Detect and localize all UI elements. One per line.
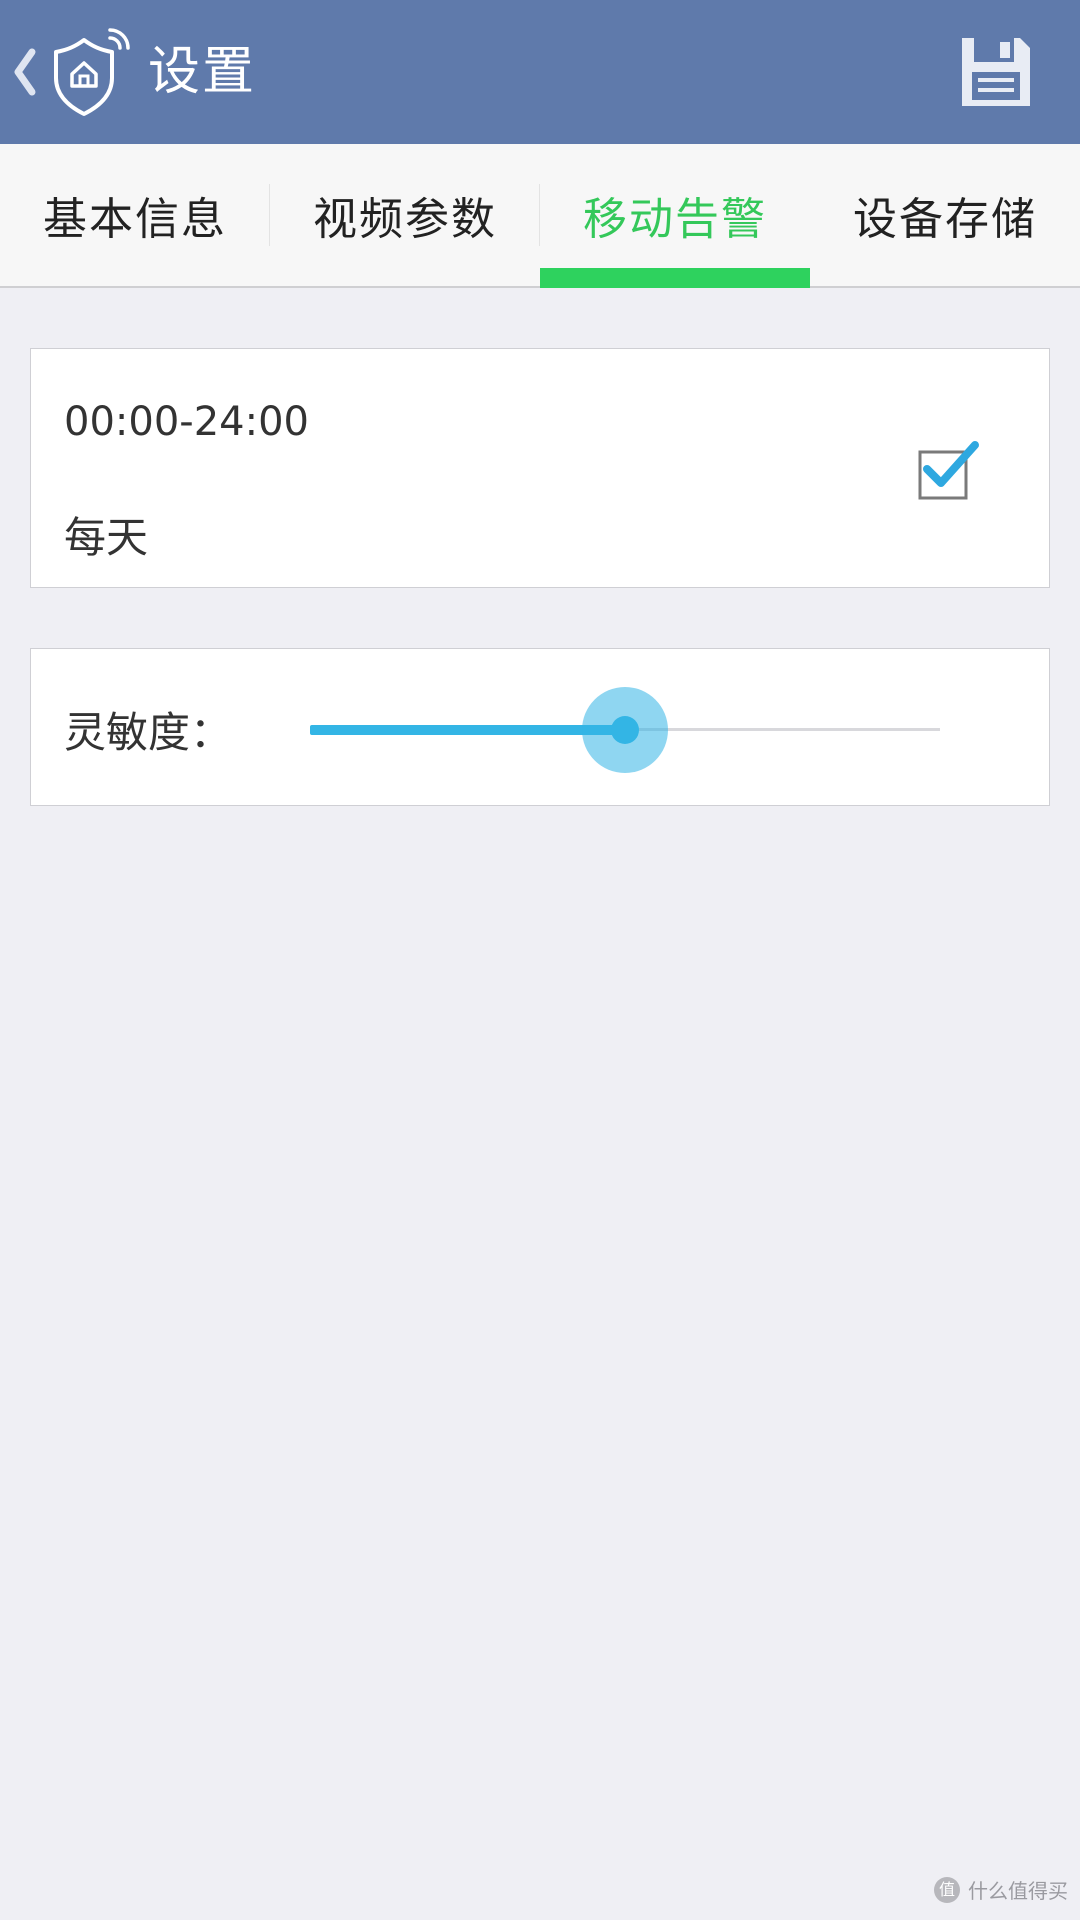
sensitivity-label: 灵敏度：: [64, 708, 233, 757]
schedule-time-range: 00:00-24:00: [64, 399, 309, 445]
tab-label: 设备存储: [853, 194, 1037, 245]
schedule-enabled-checkbox[interactable]: [917, 439, 985, 501]
tab-label: 视频参数: [313, 194, 497, 245]
sensitivity-slider[interactable]: [280, 679, 970, 779]
tab-video-params[interactable]: 视频参数: [270, 144, 540, 286]
app-bar: 设置: [0, 0, 1080, 144]
chevron-left-icon[interactable]: [8, 42, 42, 102]
watermark-text: 什么值得买: [968, 1879, 1068, 1903]
floppy-disk-icon[interactable]: [958, 34, 1034, 110]
watermark: 值 什么值得买: [934, 1875, 1068, 1904]
tab-label: 移动告警: [583, 194, 767, 245]
tab-motion-alarm[interactable]: 移动告警: [540, 144, 810, 288]
sensitivity-card: 灵敏度：: [30, 648, 1050, 806]
alarm-schedule-card[interactable]: 00:00-24:00 每天: [30, 348, 1050, 588]
tab-bar: 基本信息 视频参数 移动告警 设备存储: [0, 144, 1080, 288]
schedule-repeat: 每天: [64, 513, 149, 562]
tab-device-storage[interactable]: 设备存储: [810, 144, 1080, 286]
slider-fill: [310, 725, 625, 735]
tab-label: 基本信息: [43, 194, 227, 245]
slider-thumb[interactable]: [611, 716, 639, 744]
page-title: 设置: [148, 42, 257, 102]
home-shield-wifi-icon: [54, 28, 130, 116]
tab-basic-info[interactable]: 基本信息: [0, 144, 270, 286]
watermark-icon: 值: [934, 1876, 960, 1903]
